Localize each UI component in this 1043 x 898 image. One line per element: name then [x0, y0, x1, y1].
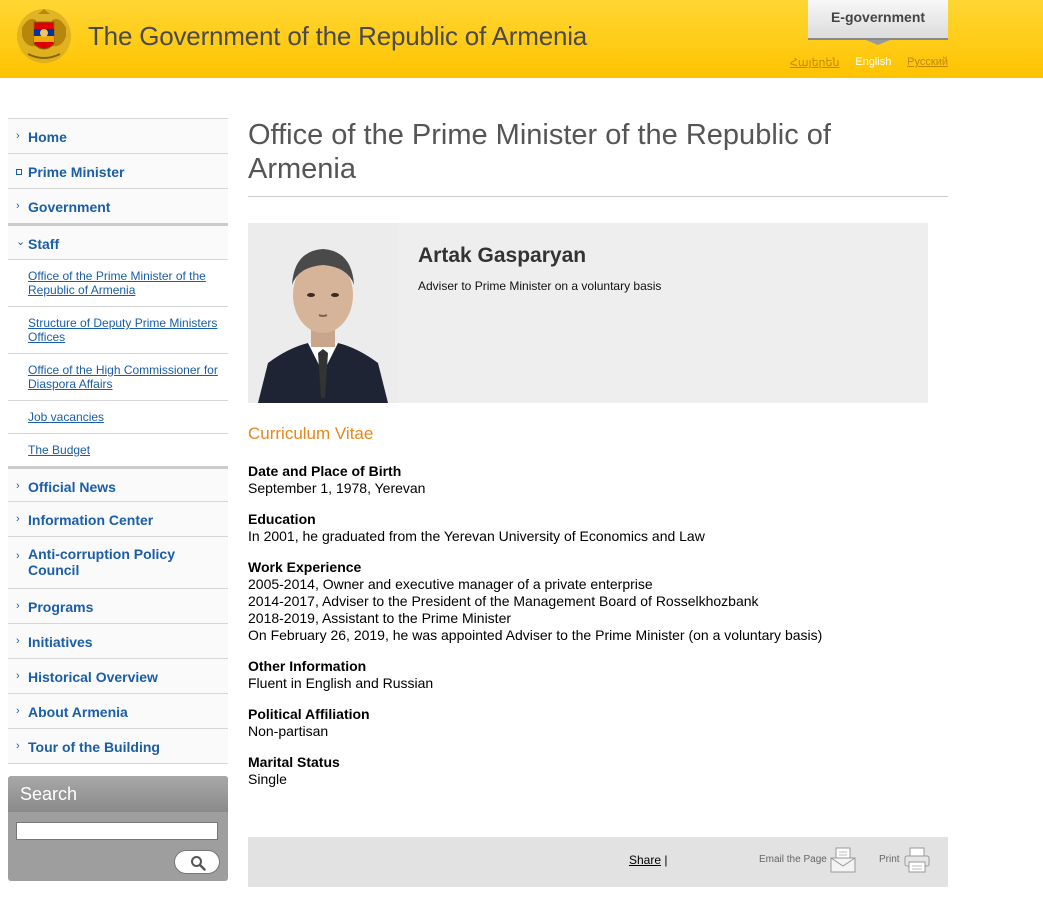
print-link[interactable]: Print	[879, 854, 900, 865]
chevron-right-icon: ›	[16, 635, 20, 647]
sidebar-item-staff[interactable]: ⌄ Staff	[8, 223, 228, 259]
sidebar-nav: › Home Prime Minister › Government ⌄ Sta…	[8, 118, 228, 764]
site-title[interactable]: The Government of the Republic of Armeni…	[88, 21, 587, 52]
person-photo	[248, 223, 398, 403]
cv-line: September 1, 1978, Yerevan	[248, 480, 426, 496]
sidebar-item-historical-overview[interactable]: › Historical Overview	[8, 658, 228, 693]
share-separator: |	[664, 853, 668, 867]
cv-line: In 2001, he graduated from the Yerevan U…	[248, 528, 705, 544]
search-input[interactable]	[16, 822, 218, 840]
cv-line: Single	[248, 771, 287, 787]
sidebar-item-programs[interactable]: › Programs	[8, 588, 228, 623]
sidebar-item-official-news[interactable]: › Official News	[8, 466, 228, 501]
cv-section-political-affiliation: Political Affiliation Non-partisan	[248, 706, 948, 740]
sidebar-item-label: About Armenia	[28, 704, 128, 720]
cv-line: Non-partisan	[248, 723, 329, 739]
sidebar-subitem-label: Structure of Deputy Prime Ministers Offi…	[28, 316, 218, 344]
page-actions-bar: Share | Email the Page Print	[248, 837, 948, 887]
sidebar-item-label: Initiatives	[28, 634, 93, 650]
chevron-right-icon: ›	[16, 513, 20, 525]
cv-label: Marital Status	[248, 754, 340, 770]
language-switcher: Հայերեն English Русский	[790, 56, 948, 69]
sidebar-item-label: Information Center	[28, 512, 154, 528]
sidebar-item-label: Historical Overview	[28, 669, 158, 685]
sidebar-item-label: Tour of the Building	[28, 739, 160, 755]
cv-line: 2018-2019, Assistant to the Prime Minist…	[248, 610, 512, 626]
cv-section-work-experience: Work Experience 2005-2014, Owner and exe…	[248, 559, 948, 644]
sidebar-subitem-pm-office[interactable]: Office of the Prime Minister of the Repu…	[8, 259, 228, 306]
sidebar-item-initiatives[interactable]: › Initiatives	[8, 623, 228, 658]
sidebar-subitem-budget[interactable]: The Budget	[8, 433, 228, 466]
cv-section-education: Education In 2001, he graduated from the…	[248, 511, 948, 545]
chevron-right-icon: ›	[16, 130, 20, 142]
cv-content: Date and Place of Birth September 1, 197…	[248, 463, 948, 802]
search-button[interactable]	[174, 850, 220, 874]
sidebar-item-label: Prime Minister	[28, 164, 125, 180]
sidebar-subitem-job-vacancies[interactable]: Job vacancies	[8, 400, 228, 433]
lang-russian-link[interactable]: Русский	[907, 56, 948, 69]
sidebar-item-prime-minister[interactable]: Prime Minister	[8, 153, 228, 188]
cv-section-other-information: Other Information Fluent in English and …	[248, 658, 948, 692]
sidebar-item-label: Government	[28, 199, 111, 215]
chevron-right-icon: ›	[16, 480, 20, 492]
sidebar-item-label: Staff	[28, 236, 60, 252]
cv-label: Education	[248, 511, 316, 527]
chevron-right-icon: ›	[16, 200, 20, 212]
sidebar-subitem-label: Office of the Prime Minister of the Repu…	[28, 269, 206, 297]
chevron-right-icon: ›	[16, 670, 20, 682]
share-control: Share |	[629, 853, 668, 867]
email-page-link[interactable]: Email the Page	[759, 854, 827, 865]
sidebar-subitem-label: The Budget	[28, 443, 91, 457]
e-government-button[interactable]: E-government	[808, 0, 948, 45]
search-icon	[191, 856, 206, 871]
search-panel: Search	[8, 776, 228, 881]
sidebar-subitem-label: Office of the High Commissioner for Dias…	[28, 363, 218, 391]
chevron-right-icon: ›	[16, 705, 20, 717]
sidebar-item-government[interactable]: › Government	[8, 188, 228, 223]
sidebar-item-information-center[interactable]: › Information Center	[8, 501, 228, 536]
sidebar-item-label: Anti-corruption Policy Council	[28, 546, 175, 578]
square-bullet-icon	[16, 169, 22, 175]
cv-label: Political Affiliation	[248, 706, 370, 722]
sidebar-item-tour-of-building[interactable]: › Tour of the Building	[8, 728, 228, 763]
sidebar-item-label: Home	[28, 129, 67, 145]
title-divider	[248, 196, 948, 197]
chevron-down-icon: ⌄	[16, 236, 26, 248]
sidebar-subitem-deputy-pm-offices[interactable]: Structure of Deputy Prime Ministers Offi…	[8, 306, 228, 353]
cv-line: On February 26, 2019, he was appointed A…	[248, 627, 823, 643]
search-title: Search	[8, 776, 228, 812]
sidebar-item-home[interactable]: › Home	[8, 118, 228, 153]
person-role: Adviser to Prime Minister on a voluntary…	[418, 279, 662, 293]
person-portrait-image	[248, 223, 398, 403]
cv-label: Other Information	[248, 658, 367, 674]
lang-armenian-link[interactable]: Հայերեն	[790, 56, 839, 69]
sidebar-divider	[8, 763, 228, 764]
share-link[interactable]: Share	[629, 853, 661, 867]
sidebar-item-about-armenia[interactable]: › About Armenia	[8, 693, 228, 728]
person-name: Artak Gasparyan	[418, 244, 587, 267]
cv-line: 2014-2017, Adviser to the President of t…	[248, 593, 759, 609]
sidebar-item-label: Official News	[28, 479, 116, 495]
site-header: The Government of the Republic of Armeni…	[0, 0, 1043, 78]
chevron-right-icon: ›	[16, 740, 20, 752]
printer-icon[interactable]	[904, 847, 930, 873]
cv-line: 2005-2014, Owner and executive manager o…	[248, 576, 653, 592]
cv-label: Date and Place of Birth	[248, 463, 402, 479]
chevron-right-icon: ›	[16, 550, 20, 562]
sidebar-subitem-diaspora-commissioner[interactable]: Office of the High Commissioner for Dias…	[8, 353, 228, 400]
sidebar-item-anti-corruption[interactable]: › Anti-corruption Policy Council	[8, 536, 228, 588]
sidebar-subitem-label: Job vacancies	[28, 410, 105, 424]
armenian-coat-of-arms-icon[interactable]	[14, 6, 74, 66]
profile-card: Artak Gasparyan Adviser to Prime Ministe…	[248, 223, 928, 403]
sidebar-item-label: Programs	[28, 599, 94, 615]
lang-english-active: English	[855, 56, 892, 68]
cv-line: Fluent in English and Russian	[248, 675, 434, 691]
cv-label: Work Experience	[248, 559, 362, 575]
cv-title: Curriculum Vitae	[248, 424, 374, 443]
email-icon[interactable]	[830, 847, 856, 873]
page-title: Office of the Prime Minister of the Repu…	[248, 119, 831, 185]
cv-section-birth: Date and Place of Birth September 1, 197…	[248, 463, 948, 497]
cv-section-marital-status: Marital Status Single	[248, 754, 948, 788]
chevron-right-icon: ›	[16, 600, 20, 612]
